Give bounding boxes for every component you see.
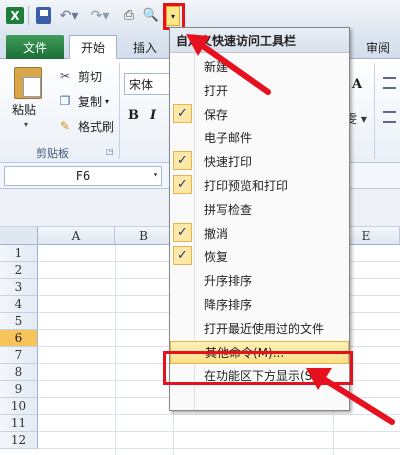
checkmark-icon: ✓ xyxy=(173,175,192,194)
menu-item-label: 保存 xyxy=(204,107,229,122)
menu-item-label: 升序排序 xyxy=(204,274,253,289)
tab-review[interactable]: 审阅 xyxy=(358,35,398,59)
row-header-1[interactable]: 1 xyxy=(0,245,38,262)
menu-item-9[interactable]: 升序排序 xyxy=(170,269,349,292)
tab-home[interactable]: 开始 xyxy=(69,35,117,59)
grid-line-h xyxy=(38,414,400,415)
row-header-6[interactable]: 6 xyxy=(0,330,38,347)
group-separator xyxy=(374,63,375,159)
chevron-down-icon[interactable]: ▾ xyxy=(105,97,109,106)
undo-icon[interactable]: ↶▾ xyxy=(57,7,81,24)
menu-item-label: 新建 xyxy=(204,60,229,74)
tab-insert[interactable]: 插入 xyxy=(124,35,166,59)
menu-item-label: 打印预览和打印 xyxy=(204,179,289,193)
font-name-select[interactable]: 宋体 xyxy=(124,73,170,95)
align-top-icon[interactable] xyxy=(383,77,396,89)
chevron-down-icon[interactable]: ▾ xyxy=(24,120,28,129)
menu-item-label: 拼写检查 xyxy=(204,202,253,217)
chevron-down-icon[interactable]: ▾ xyxy=(153,170,158,179)
row-header-7[interactable]: 7 xyxy=(0,347,38,364)
clipboard-group-label: 剪贴板 xyxy=(36,147,69,160)
print-preview-icon[interactable]: 🔍 xyxy=(142,7,160,24)
row-header-10[interactable]: 10 xyxy=(0,398,38,415)
grid-line-h xyxy=(38,448,400,449)
increase-font-size-button[interactable]: A xyxy=(352,77,362,92)
menu-item-label: 快速打印 xyxy=(204,155,253,170)
annotation-highlight-customize xyxy=(163,3,185,30)
format-painter-button[interactable]: ✎ 格式刷 xyxy=(56,117,114,135)
menu-header: 自定义快速访问工具栏 xyxy=(170,28,349,53)
row-header-11[interactable]: 11 xyxy=(0,415,38,432)
menu-item-5[interactable]: ✓ 打印预览和打印 xyxy=(170,174,349,197)
checkmark-icon: ✓ xyxy=(173,222,192,242)
menu-item-0[interactable]: 新建 xyxy=(170,55,349,78)
qat-separator xyxy=(28,6,29,25)
tab-file[interactable]: 文件 xyxy=(6,35,64,59)
row-header-8[interactable]: 8 xyxy=(0,364,38,381)
menu-item-3[interactable]: 电子邮件 xyxy=(170,126,349,149)
align-left-icon[interactable] xyxy=(383,111,396,123)
copy-icon: ❐ xyxy=(59,94,71,108)
row-header-3[interactable]: 3 xyxy=(0,279,38,296)
cut-button[interactable]: ✂ 剪切 xyxy=(56,67,102,85)
checkmark-icon: ✓ xyxy=(173,103,192,123)
row-header-4[interactable]: 4 xyxy=(0,296,38,313)
name-box[interactable]: F6 ▾ xyxy=(4,166,162,186)
print-icon[interactable]: ⎙ xyxy=(120,7,138,24)
menu-item-label: 降序排序 xyxy=(204,298,253,312)
redo-icon[interactable]: ↷▾ xyxy=(88,7,112,24)
bold-button[interactable]: B xyxy=(128,108,139,123)
menu-item-1[interactable]: 打开 xyxy=(170,79,349,102)
checkmark-icon: ✓ xyxy=(173,151,192,171)
menu-item-6[interactable]: 拼写检查 xyxy=(170,198,349,221)
dialog-launcher-icon[interactable]: ◳ xyxy=(106,147,114,156)
format-painter-icon: ✎ xyxy=(59,119,71,133)
row-header-5[interactable]: 5 xyxy=(0,313,38,330)
format-painter-label: 格式刷 xyxy=(78,119,115,134)
menu-item-label: 撤消 xyxy=(204,226,229,241)
row-header-9[interactable]: 9 xyxy=(0,381,38,398)
menu-item-label: 打开 xyxy=(204,83,229,98)
menu-item-label: 打开最近使用过的文件 xyxy=(204,321,325,336)
copy-label: 复制 xyxy=(78,94,103,109)
menu-item-11[interactable]: 打开最近使用过的文件 xyxy=(170,317,349,340)
menu-item-4[interactable]: ✓ 快速打印 xyxy=(170,150,349,173)
annotation-highlight-more-commands xyxy=(163,351,353,385)
name-box-value: F6 xyxy=(75,169,91,183)
menu-item-label: 恢复 xyxy=(204,250,229,265)
excel-app-icon[interactable]: X xyxy=(6,7,24,24)
row-header-12[interactable]: 12 xyxy=(0,432,38,449)
paste-icon[interactable] xyxy=(14,67,42,99)
column-header-b[interactable]: B xyxy=(115,227,173,245)
menu-item-label: 电子邮件 xyxy=(204,131,253,146)
cut-label: 剪切 xyxy=(78,69,103,84)
column-header-a[interactable]: A xyxy=(38,227,115,245)
scissors-icon: ✂ xyxy=(59,69,71,83)
grid-line-h xyxy=(38,431,400,432)
italic-button[interactable]: I xyxy=(150,108,156,123)
save-icon[interactable] xyxy=(36,7,51,24)
group-separator xyxy=(119,63,120,159)
menu-item-8[interactable]: ✓ 恢复 xyxy=(170,245,349,268)
menu-item-2[interactable]: ✓ 保存 xyxy=(170,103,349,126)
select-all-corner[interactable] xyxy=(0,227,38,245)
menu-item-7[interactable]: ✓ 撤消 xyxy=(170,222,349,245)
row-header-2[interactable]: 2 xyxy=(0,262,38,279)
paste-button[interactable]: 粘贴 xyxy=(12,101,36,118)
copy-button[interactable]: ❐ 复制 ▾ xyxy=(56,92,109,110)
menu-item-10[interactable]: 降序排序 xyxy=(170,293,349,316)
checkmark-icon: ✓ xyxy=(173,246,192,266)
grid-line-v xyxy=(115,245,116,455)
